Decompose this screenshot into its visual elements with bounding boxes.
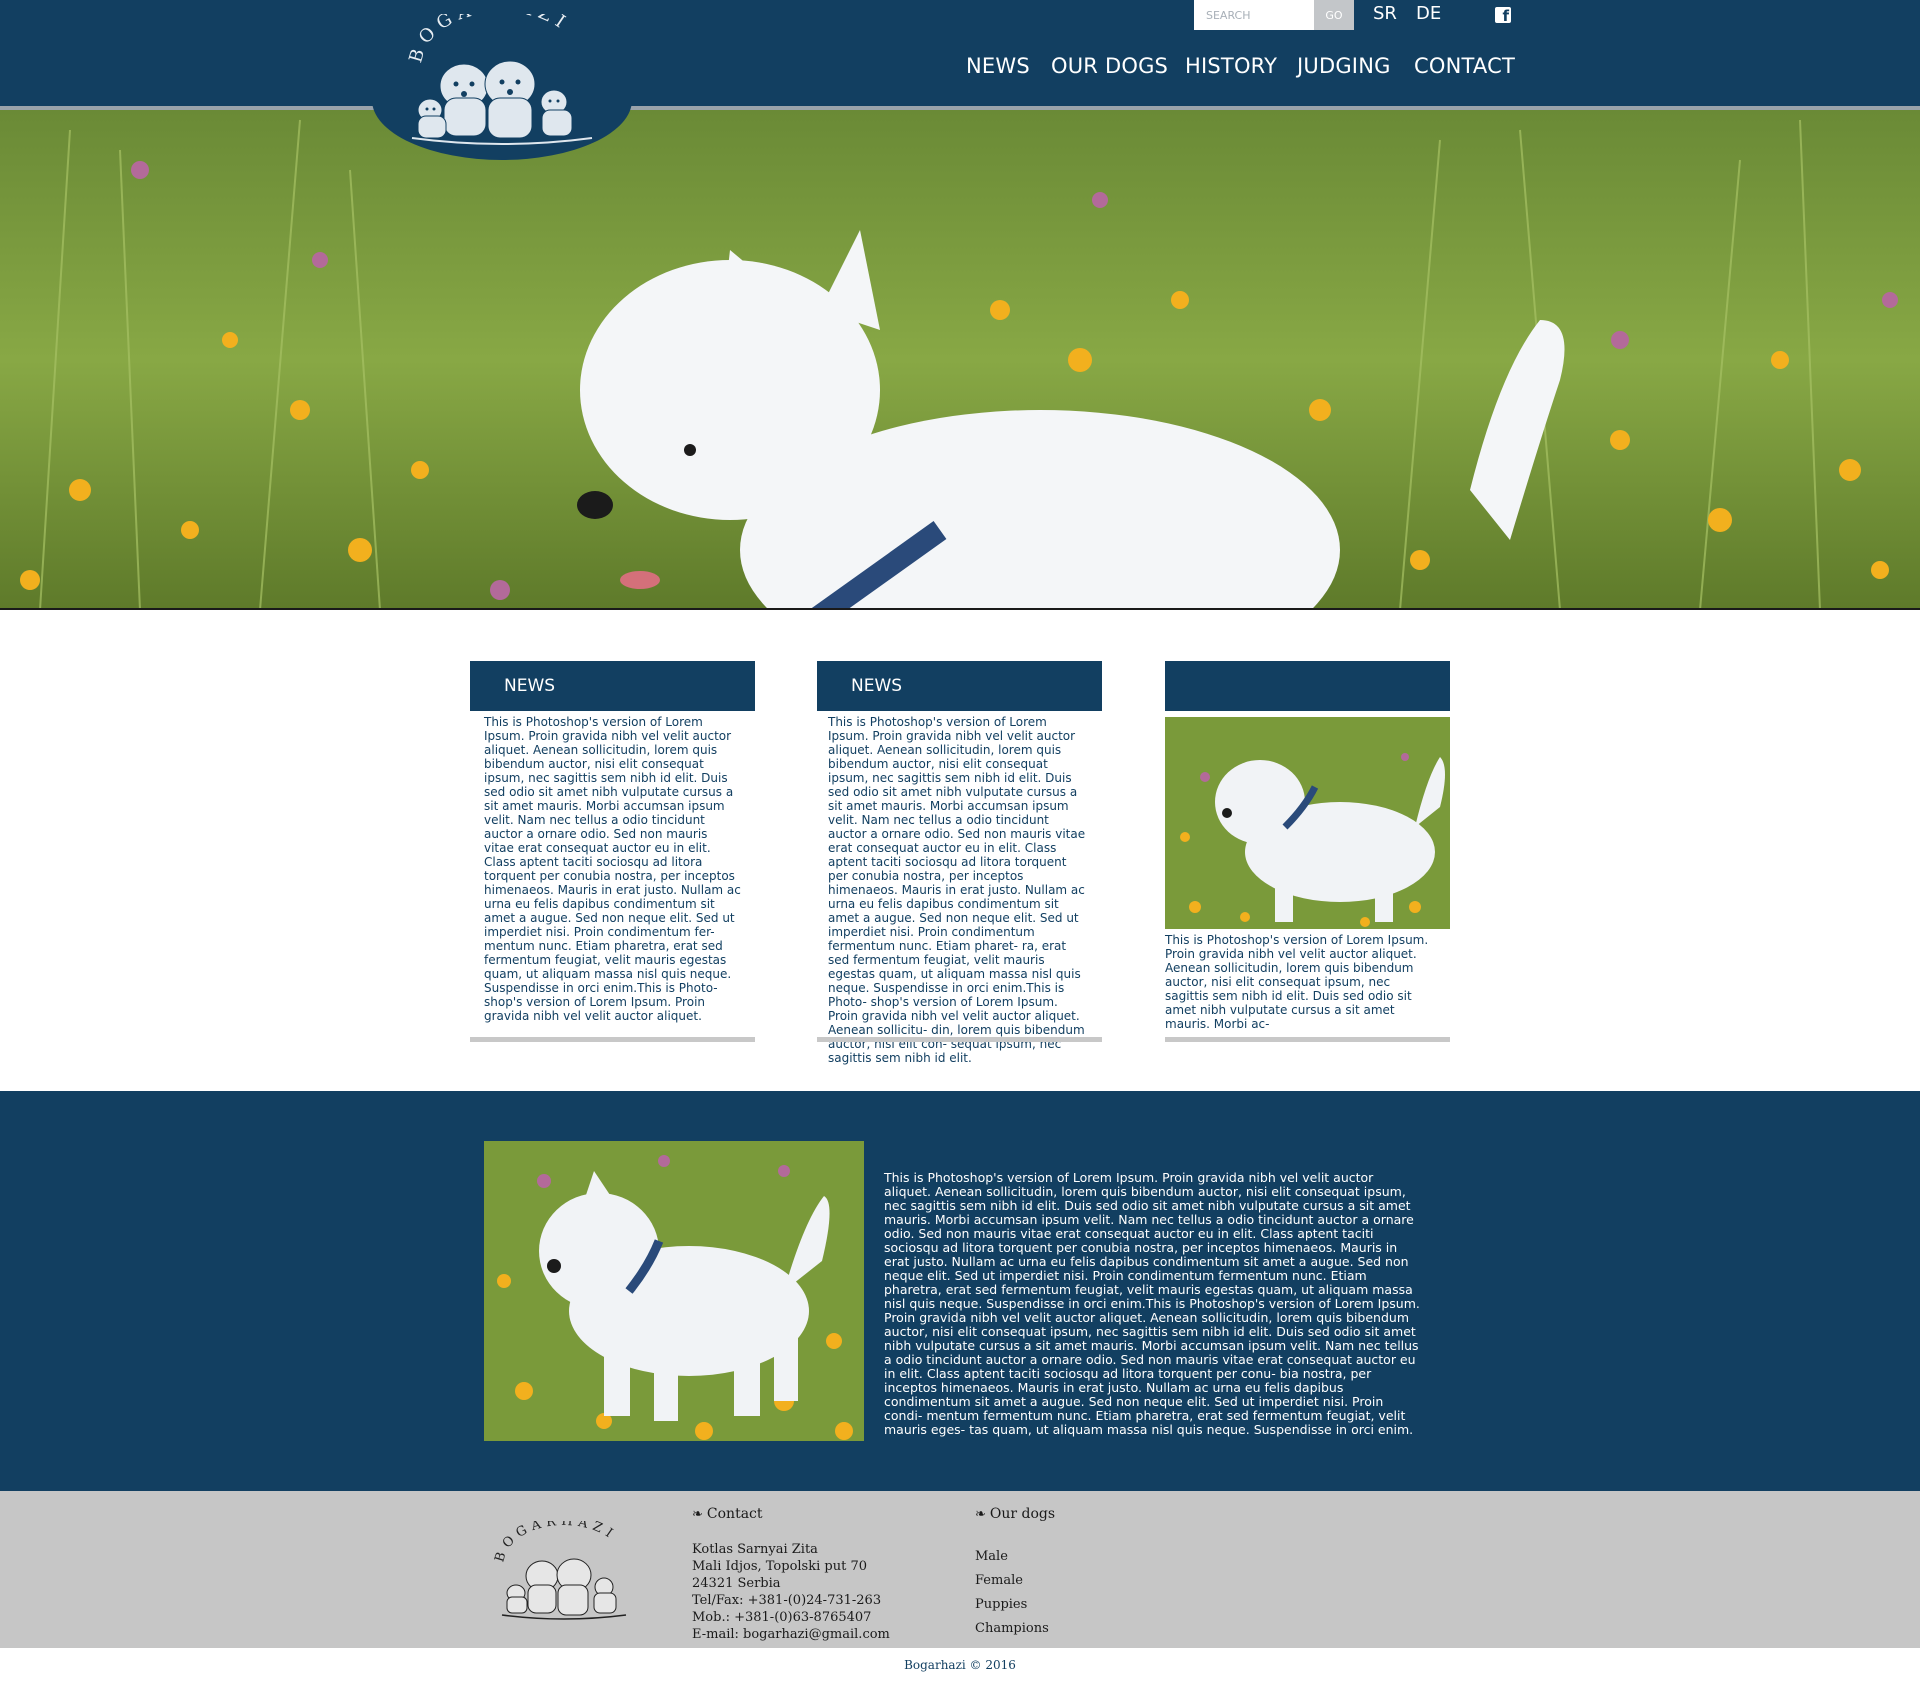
feature-text: This is Photoshop's version of Lorem Ips… [884,1170,1420,1437]
footer-link-puppies[interactable]: Puppies [975,1593,1049,1617]
footer-dog-links: Male Female Puppies Champions [975,1545,1049,1641]
footer-contact-heading: ❧ Contact [692,1506,763,1522]
contact-address: Mali Idjos, Topolski put 70 [692,1559,867,1574]
card-bottom-bar [817,1037,1102,1042]
news-card-dog-image[interactable] [1165,717,1450,929]
footer-logo[interactable]: BOGARHAZI [492,1514,634,1625]
language-sr-link[interactable]: SR [1373,3,1397,24]
hero-banner-image [0,110,1920,610]
news-card-text: This is Photoshop's version of Lorem Ips… [1165,933,1429,1031]
news-card-title[interactable]: NEWS [817,661,1102,711]
search-input[interactable] [1194,0,1314,30]
news-card-3: This is Photoshop's version of Lorem Ips… [1165,661,1450,1042]
news-card-title[interactable] [1165,661,1450,711]
nav-news[interactable]: NEWS [966,54,1030,78]
news-card-2: NEWS This is Photoshop's version of Lore… [817,661,1102,1065]
card-bottom-bar [1165,1037,1450,1042]
logo-text: BOGARHAZI [405,14,568,65]
paw-icon: ❧ [975,1507,986,1522]
site-footer: BOGARHAZI ❧ Contact Kotlas Sarnyai Zita M… [0,1491,1920,1648]
footer-link-female[interactable]: Female [975,1569,1049,1593]
contact-phone: Tel/Fax: +381-(0)24-731-263 [692,1593,882,1608]
contact-city: 24321 Serbia [692,1576,781,1591]
news-card-text: This is Photoshop's version of Lorem Ips… [828,715,1086,1065]
copyright-text: Bogarhazi © 2016 [904,1658,1016,1672]
main-nav: NEWS OUR DOGS HISTORY JUDGING CONTACT [0,54,1920,84]
footer-link-male[interactable]: Male [975,1545,1049,1569]
news-card-title[interactable]: NEWS [470,661,755,711]
svg-text:BOGARHAZI: BOGARHAZI [405,14,574,65]
footer-link-champions[interactable]: Champions [975,1617,1049,1641]
contact-name: Kotlas Sarnyai Zita [692,1542,818,1557]
news-card-text: This is Photoshop's version of Lorem Ips… [484,715,741,1023]
news-card-1: NEWS This is Photoshop's version of Lore… [470,661,755,1042]
paw-icon: ❧ [692,1507,703,1522]
feature-dog-image [484,1141,864,1441]
nav-history[interactable]: HISTORY [1185,54,1277,78]
contact-email[interactable]: E-mail: bogarhazi@gmail.com [692,1626,890,1643]
site-header: GO SR DE f NEWS OUR DOGS HISTORY JUDGING… [0,0,1920,106]
facebook-icon[interactable]: f [1495,7,1511,24]
nav-judging[interactable]: JUDGING [1297,54,1391,78]
nav-contact[interactable]: CONTACT [1414,54,1515,78]
nav-our-dogs[interactable]: OUR DOGS [1051,54,1168,78]
feature-section: This is Photoshop's version of Lorem Ips… [0,1091,1920,1491]
hero-divider [0,608,1920,610]
contact-mobile: Mob.: +381-(0)63-8765407 [692,1610,872,1625]
site-logo[interactable]: BOGARHAZI [372,0,632,160]
card-bottom-bar [470,1037,755,1042]
footer-dogs-heading: ❧ Our dogs [975,1506,1056,1522]
footer-contact-info: Kotlas Sarnyai Zita Mali Idjos, Topolski… [692,1541,890,1643]
footer-logo-text: BOGARHAZI [492,1514,614,1564]
language-de-link[interactable]: DE [1416,3,1441,24]
search-go-button[interactable]: GO [1314,0,1354,30]
svg-text:BOGARHAZI: BOGARHAZI [494,1521,619,1564]
